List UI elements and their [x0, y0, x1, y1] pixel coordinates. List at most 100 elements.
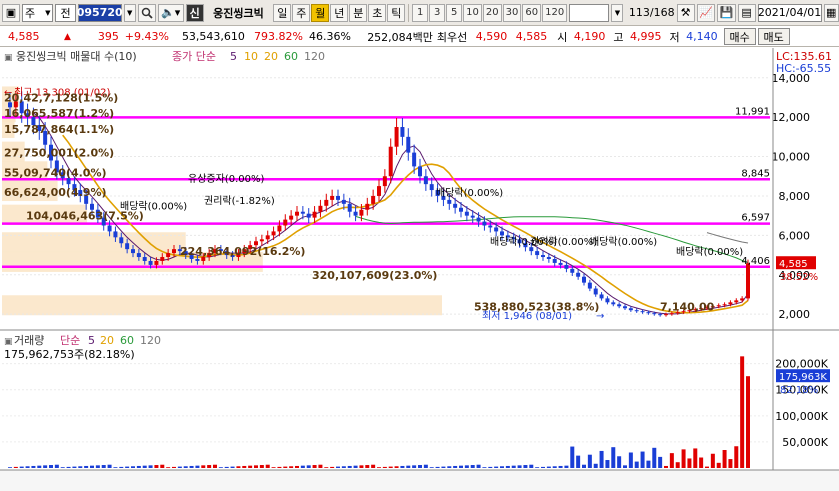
sell-button[interactable]: 매도 [757, 28, 790, 45]
volume-bar [172, 466, 176, 468]
all-select[interactable]: 전 [55, 3, 76, 22]
volume-bar [546, 466, 551, 468]
count-tabs: 1 3 5 10 20 30 60 120 [412, 3, 568, 22]
volume-bar [25, 466, 30, 468]
new-listing-badge[interactable]: 신 [185, 3, 204, 22]
volume-bar [634, 461, 639, 468]
stock-name-field[interactable]: 웅진씽크빅 [206, 4, 272, 22]
count-tab-5[interactable]: 5 [446, 3, 463, 22]
chart-type-icon[interactable]: 📈 [696, 3, 716, 22]
volume-bar [505, 465, 510, 468]
candle-body [394, 127, 399, 147]
calendar-icon[interactable]: ▦ [823, 3, 839, 22]
volume-bar [101, 465, 106, 468]
volume-bar [746, 376, 750, 468]
chevron-down-icon: ▼ [45, 8, 51, 17]
candle-body [658, 314, 663, 316]
stock-code-input[interactable]: 095720 [77, 3, 123, 22]
volume-bar [599, 450, 604, 468]
best-ask: 4,590 [475, 30, 508, 43]
period-tab-1[interactable]: 주 [292, 3, 311, 22]
count-tab-60[interactable]: 60 [522, 3, 542, 22]
volume-bar [353, 465, 358, 468]
candle-body [470, 215, 475, 218]
period-tab-0[interactable]: 일 [273, 3, 292, 22]
price-chart[interactable]: 14,00012,00010,0008,0006,0004,0002,00011… [0, 48, 839, 491]
candle-body [558, 262, 563, 265]
count-tab-10[interactable]: 10 [463, 3, 482, 22]
candle-body [341, 199, 346, 204]
volume-bar [213, 464, 217, 468]
code-dropdown-icon[interactable]: ▼ [123, 3, 136, 22]
legend-ma120: 120 [304, 50, 325, 63]
volume-bar [628, 452, 633, 468]
volume-bar [523, 465, 528, 468]
buy-button[interactable]: 매수 [723, 28, 756, 45]
market-type-value: 주 [25, 6, 36, 20]
period-tab-4[interactable]: 분 [349, 3, 368, 22]
volume-bar [564, 465, 569, 468]
period-tab-6[interactable]: 틱 [387, 3, 406, 22]
date-input[interactable]: 2021/04/01 [757, 3, 822, 22]
volume-profile-label: 7,140,00 [660, 300, 715, 313]
candle-body [722, 304, 727, 306]
volume-bar [60, 467, 65, 468]
candle-body [664, 314, 668, 316]
volume-bar [189, 465, 194, 468]
count-tab-20[interactable]: 20 [482, 3, 502, 22]
candle-body [125, 243, 130, 250]
volume-bar [95, 465, 100, 468]
volume-bar [640, 451, 645, 468]
count-tab-120[interactable]: 120 [542, 3, 568, 22]
volume-bar [31, 465, 36, 468]
speaker-icon[interactable]: 🔈▾ [157, 3, 184, 22]
period-tabs: 일주월년분초틱 [273, 3, 406, 22]
settings-icon[interactable]: ▤ [737, 3, 756, 22]
volume-bar [441, 466, 446, 468]
volume-bar [49, 465, 53, 468]
volume-bar [72, 466, 77, 468]
volume-bar [494, 466, 499, 468]
count-input[interactable] [569, 3, 610, 22]
volume-current-value: 175,962,753주(82.18%) [4, 348, 135, 361]
volume-bar [324, 467, 329, 468]
candle-body [640, 311, 645, 313]
best-bid: 4,585 [515, 30, 548, 43]
volume-bar [119, 466, 124, 468]
count-dropdown-icon[interactable]: ▼ [611, 3, 624, 22]
tools-icon[interactable]: ⚒ [676, 3, 695, 22]
candle-body [300, 211, 305, 214]
volume-bar [423, 464, 428, 468]
volume-bar [148, 465, 153, 468]
period-tab-2[interactable]: 월 [311, 3, 330, 22]
count-tab-1[interactable]: 1 [412, 3, 429, 22]
y-tick-label: 12,000 [772, 111, 811, 124]
period-tab-5[interactable]: 초 [368, 3, 387, 22]
volume-bar [687, 458, 692, 468]
candle-body [576, 272, 581, 277]
volume-bar [37, 465, 42, 468]
volume-bar [511, 465, 516, 468]
volume-bar [318, 464, 323, 468]
candle-body [459, 207, 463, 212]
count-tab-3[interactable]: 3 [429, 3, 446, 22]
volume-bar [447, 466, 452, 468]
chart-menu-icon[interactable]: ▣ [2, 3, 20, 22]
count-tab-30[interactable]: 30 [502, 3, 522, 22]
volume-bar [306, 465, 311, 468]
market-type-select[interactable]: 주 ▼ [22, 3, 54, 22]
volume-bar [740, 356, 745, 468]
candle-body [464, 211, 469, 216]
volume-bar [131, 466, 135, 468]
volume-bar [716, 462, 721, 468]
volume-bar [664, 465, 668, 468]
search-icon[interactable] [137, 3, 156, 22]
volume-bar [558, 465, 563, 468]
volume-bar [13, 466, 18, 468]
period-tab-3[interactable]: 년 [330, 3, 349, 22]
corporate-action-note: 배당락(0.00%) [436, 187, 503, 199]
trade-amount: 252,084백만 [367, 30, 433, 44]
save-icon[interactable]: 💾 [717, 3, 736, 22]
y-tick-label: 10,000 [772, 151, 811, 164]
volume-bar [283, 466, 288, 468]
